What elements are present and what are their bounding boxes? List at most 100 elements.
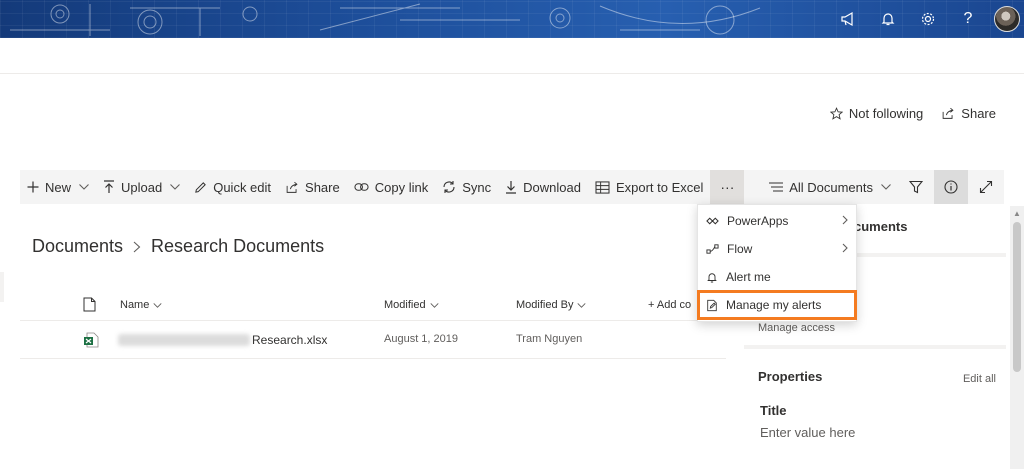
- download-label: Download: [523, 179, 581, 195]
- download-button[interactable]: Download: [498, 170, 588, 204]
- gear-icon[interactable]: [908, 0, 948, 38]
- copy-link-button[interactable]: Copy link: [347, 170, 435, 204]
- column-name-label: Name: [120, 299, 150, 311]
- sync-button[interactable]: Sync: [435, 170, 498, 204]
- new-button[interactable]: New: [20, 170, 96, 204]
- not-following-label: Not following: [848, 106, 924, 121]
- chevron-right-icon: [133, 241, 141, 252]
- menu-item-alert-me[interactable]: Alert me: [698, 263, 856, 291]
- menu-item-manage-alerts[interactable]: Manage my alerts: [697, 290, 857, 320]
- table-row[interactable]: Research.xlsx August 1, 2019 Tram Nguyen: [20, 322, 726, 359]
- pane-scrollbar[interactable]: ▲: [1010, 206, 1024, 469]
- header-divider: [0, 73, 1024, 74]
- chevron-right-icon: [842, 243, 848, 253]
- modified-by[interactable]: Tram Nguyen: [516, 333, 582, 345]
- info-icon: [944, 180, 958, 194]
- avatar[interactable]: [994, 6, 1020, 32]
- menu-label-manage-alerts: Manage my alerts: [726, 298, 822, 312]
- column-header-name[interactable]: Name: [120, 299, 162, 311]
- excel-export-icon: [595, 180, 610, 194]
- title-field-input[interactable]: Enter value here: [760, 425, 855, 440]
- left-gutter: [0, 272, 4, 302]
- pencil-icon: [195, 181, 207, 193]
- share-label: Share: [305, 179, 340, 195]
- edit-alerts-icon: [707, 299, 717, 311]
- column-modified-label: Modified: [384, 299, 426, 311]
- breadcrumb-root[interactable]: Documents: [32, 236, 123, 257]
- copy-link-label: Copy link: [374, 179, 429, 195]
- breadcrumb-current: Research Documents: [151, 236, 325, 256]
- more-actions-menu: PowerApps Flow Alert me Manage my alerts: [697, 204, 857, 322]
- sync-label: Sync: [462, 179, 492, 195]
- details-title: cuments: [854, 219, 908, 234]
- chevron-down-icon: [170, 184, 181, 190]
- add-column-button[interactable]: + Add co: [648, 299, 691, 311]
- scroll-up-icon[interactable]: ▲: [1013, 210, 1021, 218]
- menu-item-flow[interactable]: Flow: [698, 235, 856, 263]
- chevron-down-icon: [430, 302, 439, 308]
- link-icon: [354, 183, 369, 191]
- quick-edit-button[interactable]: Quick edit: [187, 170, 278, 204]
- upload-label: Upload: [121, 179, 163, 195]
- command-bar: New Upload Quick edit Share Copy link Sy…: [20, 170, 1004, 204]
- view-switcher[interactable]: All Documents: [762, 170, 898, 204]
- command-bar-right: All Documents: [762, 170, 1004, 204]
- share-site-label: Share: [961, 106, 996, 121]
- file-name[interactable]: Research.xlsx: [118, 333, 327, 347]
- column-modified-by-label: Modified By: [516, 299, 574, 311]
- column-header-modified[interactable]: Modified: [384, 299, 439, 311]
- share-icon: [942, 107, 954, 119]
- title-field-label: Title: [760, 403, 787, 418]
- redacted-text: [118, 334, 250, 346]
- fullscreen-button[interactable]: [968, 170, 1004, 204]
- suite-bar: ?: [0, 0, 1024, 38]
- share-icon: [286, 181, 298, 193]
- new-label: New: [45, 179, 72, 195]
- properties-card: Properties Edit all Title Enter value he…: [744, 349, 1006, 469]
- upload-button[interactable]: Upload: [96, 170, 187, 204]
- info-pane-button[interactable]: [934, 170, 968, 204]
- flow-icon: [706, 244, 719, 254]
- menu-label-powerapps: PowerApps: [727, 214, 789, 228]
- help-icon[interactable]: ?: [948, 0, 988, 38]
- scroll-thumb[interactable]: [1013, 222, 1021, 372]
- upload-icon: [104, 180, 115, 193]
- file-name-text: Research.xlsx: [252, 333, 328, 347]
- ellipsis-icon: ···: [720, 179, 735, 195]
- more-actions-button[interactable]: ···: [710, 170, 745, 204]
- site-actions: Not following Share: [829, 106, 996, 121]
- sync-icon: [443, 181, 455, 193]
- bell-icon[interactable]: [868, 0, 908, 38]
- not-following-button[interactable]: Not following: [829, 106, 924, 121]
- bell-icon: [707, 272, 717, 282]
- chevron-right-icon: [842, 215, 848, 225]
- properties-heading: Properties: [758, 369, 823, 384]
- breadcrumb: Documents Research Documents: [32, 236, 324, 257]
- share-site-button[interactable]: Share: [941, 106, 996, 121]
- download-icon: [506, 181, 517, 194]
- menu-item-powerapps[interactable]: PowerApps: [698, 207, 856, 235]
- powerapps-icon: [706, 217, 719, 225]
- chevron-down-icon: [881, 184, 891, 190]
- view-list-icon: [769, 182, 784, 192]
- document-icon: [83, 297, 96, 312]
- filter-button[interactable]: [898, 170, 934, 204]
- quick-edit-label: Quick edit: [213, 179, 272, 195]
- add-column-label: + Add co: [648, 299, 692, 311]
- column-header-modified-by[interactable]: Modified By: [516, 299, 587, 311]
- file-type-header[interactable]: [83, 297, 96, 312]
- filter-icon: [909, 180, 923, 194]
- chevron-down-icon: [577, 302, 587, 308]
- excel-file-icon: [83, 332, 99, 348]
- star-icon: [829, 107, 843, 120]
- manage-access-link[interactable]: Manage access: [758, 322, 835, 334]
- expand-icon: [979, 180, 993, 194]
- list-header: Name Modified Modified By + Add co: [20, 290, 726, 321]
- megaphone-icon[interactable]: [828, 0, 868, 38]
- share-button[interactable]: Share: [278, 170, 347, 204]
- view-label: All Documents: [789, 179, 873, 195]
- export-excel-button[interactable]: Export to Excel: [588, 170, 710, 204]
- plus-icon: [27, 181, 39, 193]
- edit-all-link[interactable]: Edit all: [963, 373, 996, 385]
- menu-label-alert-me: Alert me: [726, 270, 771, 284]
